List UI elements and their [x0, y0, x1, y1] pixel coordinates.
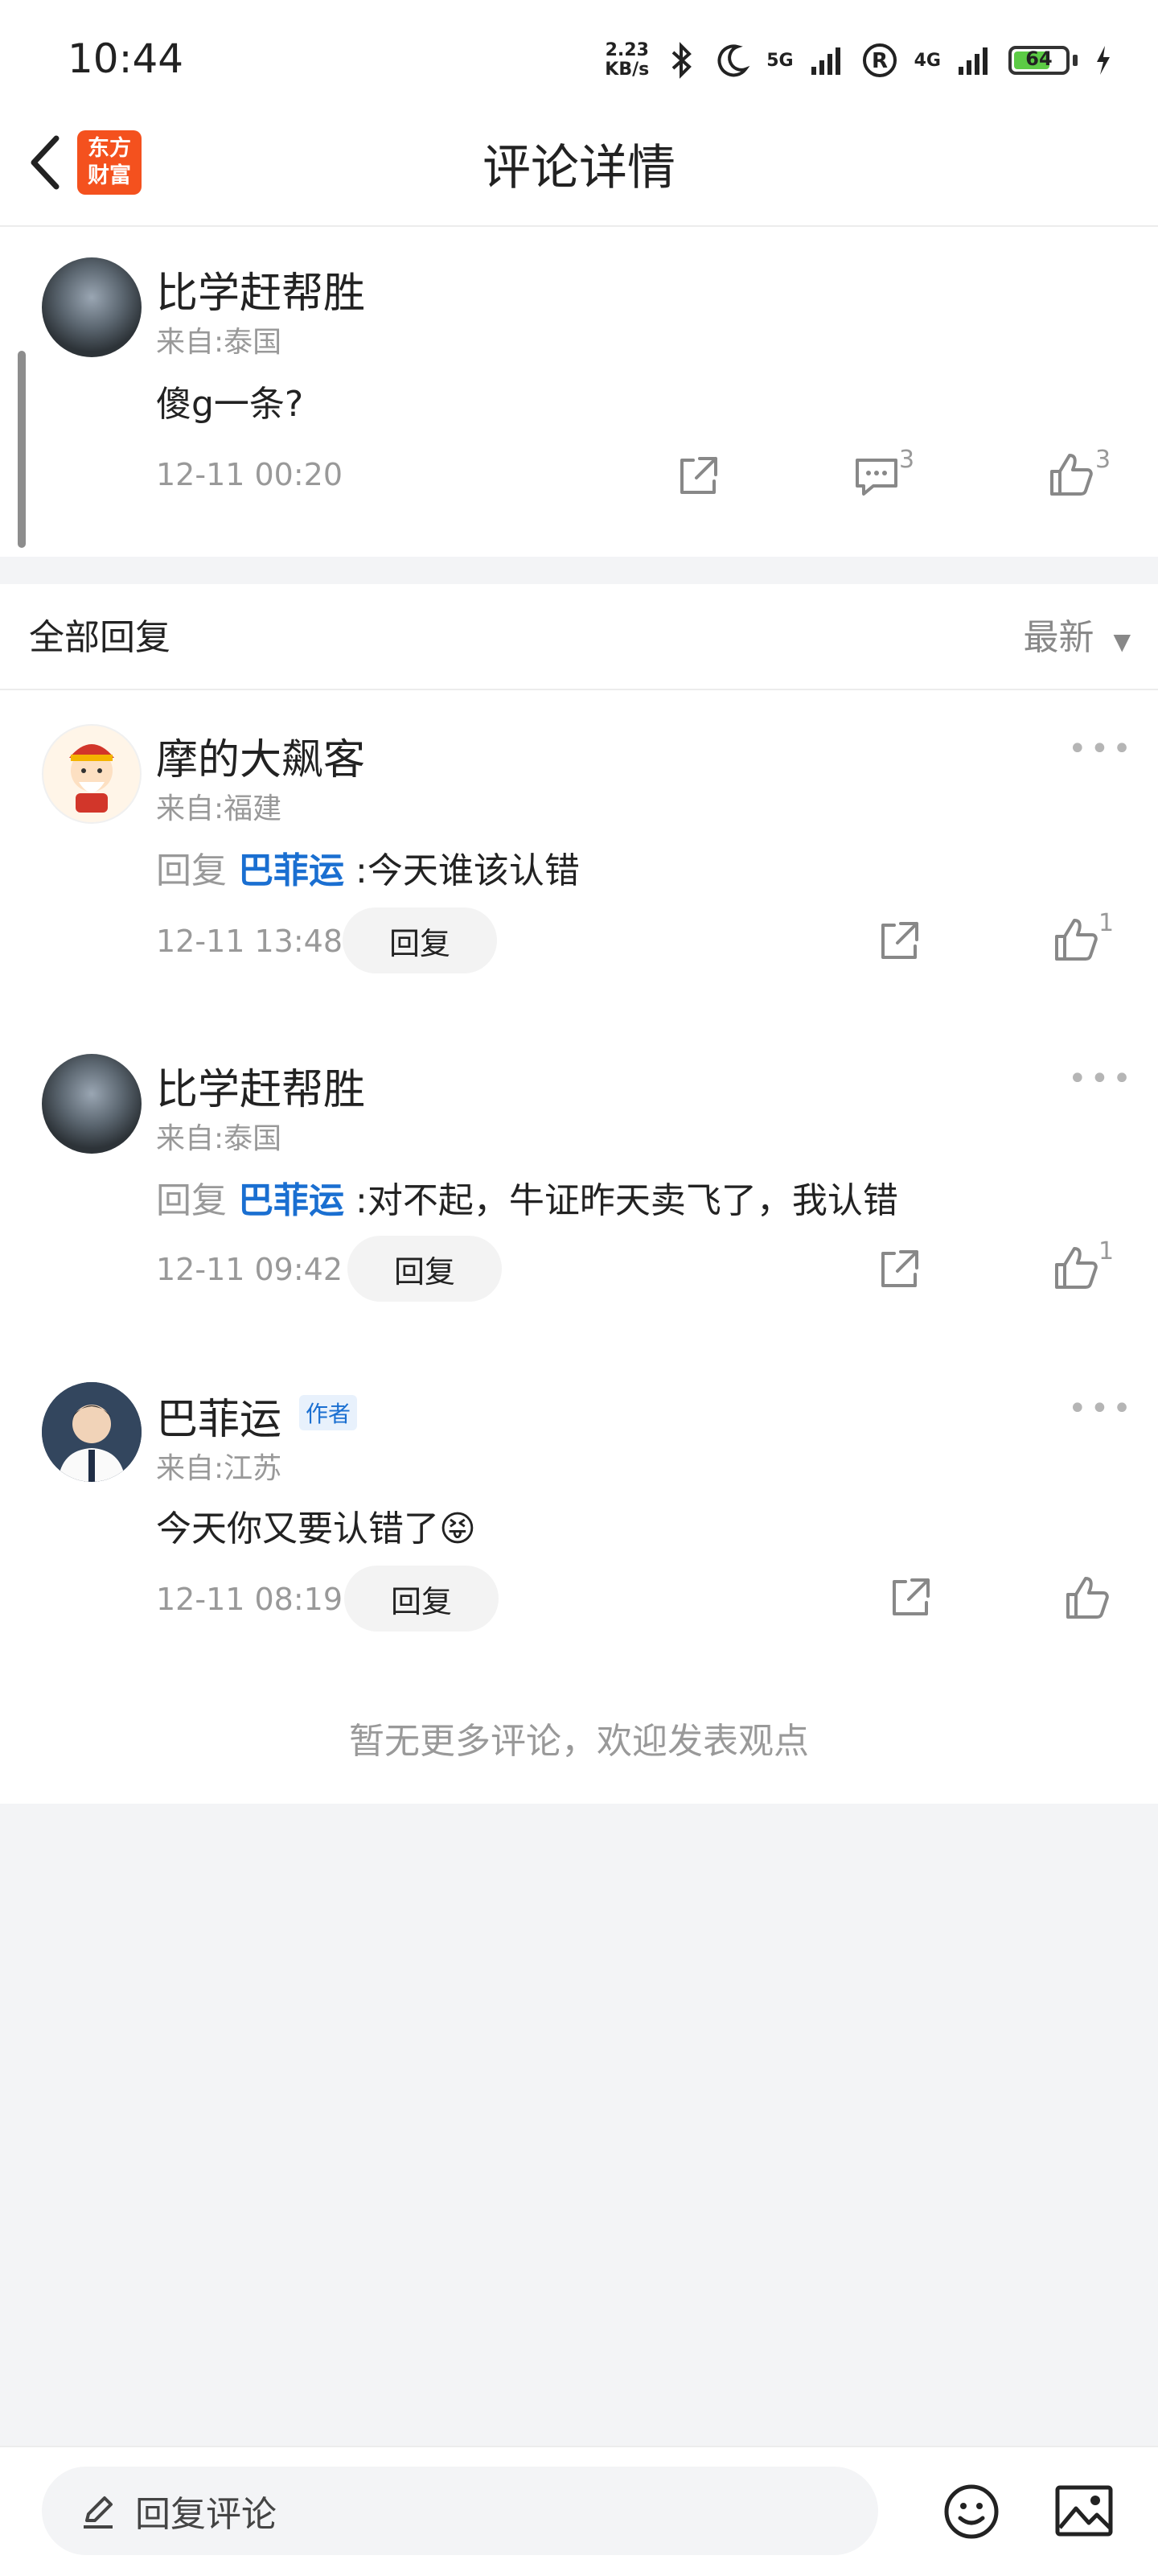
emoji-icon[interactable] — [941, 2481, 1002, 2542]
share-icon[interactable] — [672, 451, 724, 502]
reply-content: 今天你又要认错了😝 — [156, 1508, 476, 1549]
network-4g-label: 4G — [914, 50, 941, 71]
like-icon[interactable] — [1062, 1572, 1113, 1623]
signal-icon-2 — [959, 47, 988, 75]
reply-author[interactable]: 摩的大飙客 — [156, 726, 365, 786]
mascot-icon — [69, 744, 114, 813]
reply-time: 12-11 13:48 — [156, 924, 343, 959]
svg-text:R: R — [872, 49, 888, 73]
network-speed: 2.23 KB/s — [605, 40, 650, 80]
charging-icon — [1097, 46, 1110, 75]
comment-region: 来自:泰国 — [156, 326, 282, 359]
avatar[interactable] — [42, 724, 142, 824]
reply-region: 来自:泰国 — [156, 1122, 282, 1155]
reply-region: 来自:江苏 — [156, 1452, 282, 1485]
registered-icon: R — [862, 43, 897, 77]
section-title: 全部回复 — [29, 617, 170, 658]
image-icon[interactable] — [1053, 2483, 1115, 2541]
sort-label: 最新 — [1023, 617, 1094, 658]
no-more-comments: 暂无更多评论，欢迎发表观点 — [349, 1721, 809, 1762]
more-icon[interactable]: ••• — [1068, 730, 1135, 767]
status-icons: 2.23 KB/s 5G R 4G 64 — [605, 32, 1113, 88]
reply-button[interactable]: 回复 — [347, 1236, 502, 1302]
battery-icon: 64 — [1008, 46, 1070, 75]
bluetooth-icon — [671, 42, 692, 79]
reply-button[interactable]: 回复 — [343, 907, 497, 973]
pencil-icon — [84, 2496, 113, 2529]
comment-count: 3 — [899, 446, 915, 474]
like-count: 1 — [1098, 1237, 1115, 1265]
moon-icon — [717, 44, 750, 77]
sort-dropdown[interactable]: 最新 ▼ — [1023, 608, 1131, 660]
comment-time: 12-11 00:20 — [156, 457, 343, 492]
replies-header — [0, 584, 1158, 690]
network-5g-label: 5G — [766, 50, 794, 71]
avatar[interactable] — [42, 1054, 142, 1154]
more-icon[interactable]: ••• — [1068, 1060, 1135, 1097]
reply-content: 回复 巴菲运 :今天谁该认错 — [156, 850, 580, 891]
caret-down-icon: ▼ — [1113, 628, 1131, 655]
reply-placeholder: 回复评论 — [135, 2494, 277, 2535]
reply-time: 12-11 09:42 — [156, 1252, 343, 1287]
reply-button[interactable]: 回复 — [344, 1566, 499, 1632]
like-count: 3 — [1095, 446, 1111, 474]
share-icon[interactable] — [873, 1244, 925, 1295]
share-icon[interactable] — [885, 1572, 936, 1623]
avatar[interactable] — [42, 257, 142, 357]
reply-mention[interactable]: 巴菲运 — [238, 1180, 344, 1221]
scrollbar[interactable] — [18, 351, 26, 548]
reply-author[interactable]: 巴菲运 — [156, 1385, 281, 1446]
status-time: 10:44 — [68, 35, 184, 82]
person-avatar-icon — [42, 1382, 142, 1482]
avatar[interactable] — [42, 1382, 142, 1482]
reply-content: 回复 巴菲运 :对不起，牛证昨天卖飞了，我认错 — [156, 1180, 898, 1221]
reply-author[interactable]: 比学赶帮胜 — [156, 1056, 365, 1116]
battery-tip — [1073, 55, 1078, 66]
reply-time: 12-11 08:19 — [156, 1582, 343, 1617]
share-icon[interactable] — [873, 916, 925, 967]
comment-author[interactable]: 比学赶帮胜 — [156, 259, 365, 319]
page-title: 评论详情 — [482, 140, 676, 196]
like-icon[interactable] — [1050, 1242, 1102, 1294]
like-icon[interactable] — [1045, 449, 1097, 500]
comment-icon[interactable] — [851, 451, 902, 502]
more-icon[interactable]: ••• — [1068, 1390, 1135, 1427]
like-count: 1 — [1098, 909, 1115, 937]
signal-icon — [811, 47, 840, 75]
comment-content: 傻g一条? — [156, 384, 304, 425]
reply-region: 来自:福建 — [156, 792, 282, 825]
reply-mention[interactable]: 巴菲运 — [238, 850, 344, 891]
author-badge: 作者 — [299, 1395, 358, 1430]
reply-input[interactable]: 回复评论 — [42, 2467, 878, 2555]
like-icon[interactable] — [1050, 914, 1102, 965]
